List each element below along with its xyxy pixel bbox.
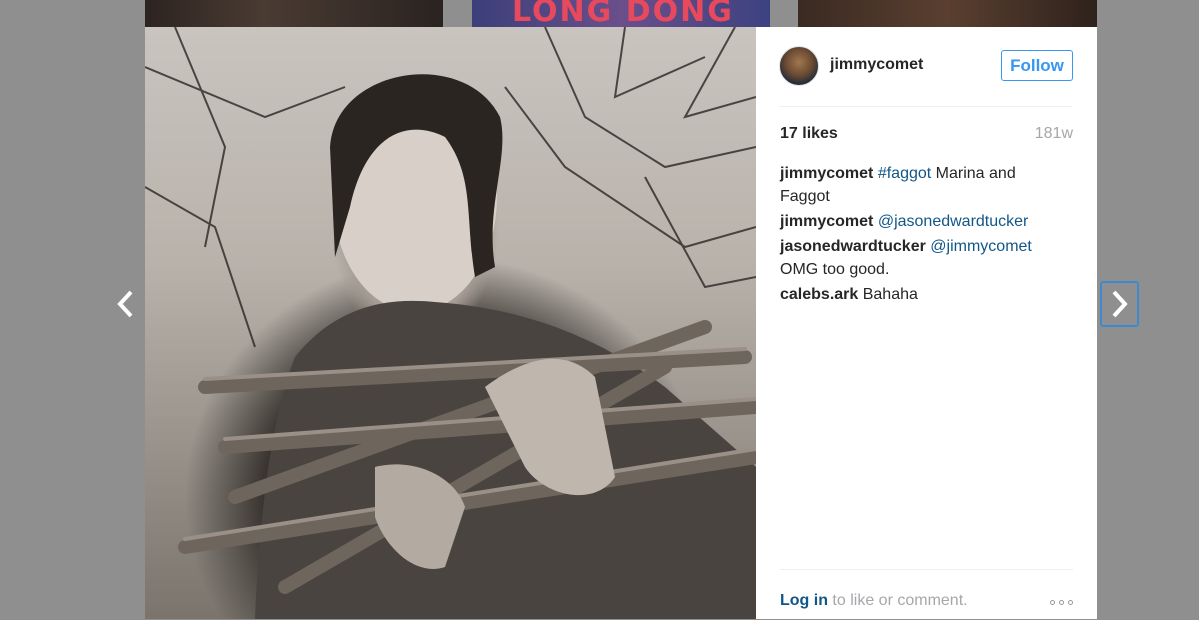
- follow-button[interactable]: Follow: [1001, 50, 1073, 81]
- ellipsis-icon: [1068, 600, 1073, 605]
- background-thumbnails: LONG DONG: [145, 0, 1097, 29]
- comment-text: OMG too good.: [780, 261, 890, 278]
- post-username[interactable]: jimmycomet: [830, 56, 923, 74]
- login-link[interactable]: Log in: [780, 592, 828, 609]
- post-photo[interactable]: [145, 27, 756, 619]
- next-post-button[interactable]: [1100, 281, 1139, 327]
- post-header: jimmycomet Follow: [779, 46, 1073, 107]
- comment-text: Bahaha: [862, 286, 918, 303]
- comment-username[interactable]: jasonedwardtucker: [780, 238, 926, 255]
- avatar[interactable]: [779, 46, 819, 86]
- comment: jimmycomet @jasonedwardtucker: [780, 210, 1060, 233]
- background-thumbnail[interactable]: [798, 0, 1097, 27]
- mention-link[interactable]: @jimmycomet: [930, 238, 1032, 255]
- comment: jasonedwardtucker @jimmycomet OMG too go…: [780, 235, 1060, 281]
- chevron-right-icon: [1112, 290, 1128, 318]
- post-footer: Log in to like or comment.: [780, 569, 1073, 620]
- comment-list: jimmycomet #faggot Marina and Faggot jim…: [780, 162, 1060, 308]
- previous-post-button[interactable]: [104, 283, 144, 325]
- hashtag-link[interactable]: #faggot: [878, 165, 931, 182]
- comment-username[interactable]: jimmycomet: [780, 165, 873, 182]
- comment: calebs.ark Bahaha: [780, 283, 1060, 306]
- post-modal: jimmycomet Follow 17 likes 181w jimmycom…: [145, 27, 1097, 619]
- comment-username[interactable]: jimmycomet: [780, 213, 873, 230]
- mention-link[interactable]: @jasonedwardtucker: [878, 213, 1029, 230]
- thumbnail-neon-text: LONG DONG: [512, 0, 734, 29]
- login-prompt-text: to like or comment.: [827, 592, 968, 609]
- like-count[interactable]: 17 likes: [780, 125, 838, 143]
- photo-illustration: [145, 27, 756, 619]
- comment-username[interactable]: calebs.ark: [780, 286, 858, 303]
- chevron-left-icon: [117, 290, 133, 318]
- login-prompt: Log in to like or comment.: [780, 592, 968, 610]
- more-options-button[interactable]: [1050, 600, 1073, 605]
- ellipsis-icon: [1059, 600, 1064, 605]
- ellipsis-icon: [1050, 600, 1055, 605]
- background-thumbnail[interactable]: LONG DONG: [472, 0, 770, 29]
- background-thumbnail[interactable]: [145, 0, 443, 27]
- comment: jimmycomet #faggot Marina and Faggot: [780, 162, 1060, 208]
- post-sidebar: jimmycomet Follow 17 likes 181w jimmycom…: [756, 27, 1097, 619]
- post-age[interactable]: 181w: [1035, 125, 1073, 143]
